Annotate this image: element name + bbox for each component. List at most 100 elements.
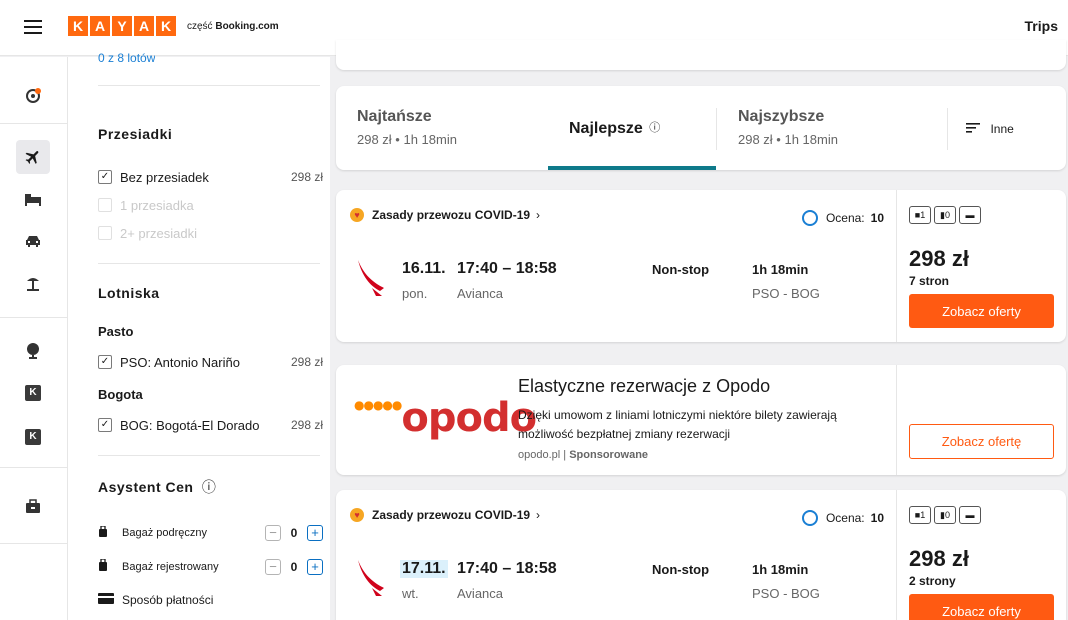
explore-icon[interactable]	[16, 333, 50, 367]
checked-bag-row: Bagaż rejestrowany − 0 +	[98, 557, 323, 577]
covid-rules-link[interactable]: ♥ Zasady przewozu COVID-19 ›	[350, 508, 540, 522]
carry-on-bag-icon	[98, 525, 110, 540]
flight-details: ♥ Zasady przewozu COVID-19 › Ocena: 10 1…	[336, 190, 896, 342]
payment-method-row[interactable]: Sposób płatności	[98, 590, 323, 610]
checkbox-checked-icon: ✓	[98, 418, 112, 432]
flight-route: PSO - BOG	[752, 286, 820, 301]
flight-duration: 1h 18min	[752, 262, 809, 277]
info-icon[interactable]: ⓘ	[202, 479, 217, 495]
rating-label: Ocena:	[825, 211, 865, 225]
tab-subtitle: 298 zł • 1h 18min	[738, 132, 838, 147]
tab-other[interactable]: Inne	[948, 86, 1066, 170]
option-label: PSO: Antonio Nariño	[120, 354, 240, 370]
flight-details: ♥ Zasady przewozu COVID-19 › Ocena: 10 1…	[336, 490, 896, 620]
airports-filter-title: Lotniska	[98, 285, 160, 301]
ad-domain: opodo.pl	[518, 449, 561, 461]
logo-subtitle: część Booking.com	[187, 21, 279, 32]
trips-icon[interactable]	[16, 79, 50, 113]
flight-price: 298 zł	[909, 246, 969, 271]
option-price: 298 zł	[290, 355, 323, 369]
tab-best[interactable]: Najlepsze ⓘ	[548, 86, 716, 170]
packages-icon[interactable]	[16, 266, 50, 300]
tab-fastest[interactable]: Najszybsze 298 zł • 1h 18min	[717, 86, 947, 170]
trips-link[interactable]: Trips	[1025, 18, 1058, 34]
price-assistant-label: Asystent Cen	[98, 479, 194, 495]
flight-price: 298 zł	[909, 546, 969, 571]
option-label: Bez przesiadek	[120, 169, 209, 185]
avianca-logo-icon	[354, 558, 388, 598]
flight-result[interactable]: ♥ Zasady przewozu COVID-19 › Ocena: 10 1…	[336, 490, 1066, 620]
view-deal-button[interactable]: Zobacz ofertę	[909, 424, 1054, 459]
rating-ring-icon	[801, 210, 818, 226]
tab-title: Najszybsze	[738, 108, 825, 125]
rating-label: Ocena:	[825, 511, 865, 525]
view-deals-button[interactable]: Zobacz oferty	[909, 594, 1054, 620]
rating-value: 10	[870, 511, 884, 525]
payment-method-label: Sposób płatności	[122, 593, 214, 607]
info-icon: ⓘ	[649, 122, 661, 134]
kayak-icon[interactable]: K	[16, 376, 50, 410]
increment-button[interactable]: +	[307, 559, 323, 575]
ad-cta-panel: Zobacz ofertę	[896, 365, 1066, 475]
carry-on-bag-count: 0	[290, 526, 298, 540]
flight-result[interactable]: ♥ Zasady przewozu COVID-19 › Ocena: 10 1…	[336, 190, 1066, 342]
airport-group-origin: Pasto	[98, 324, 134, 339]
carry-on-bag-icon: ■1	[909, 506, 931, 524]
flight-times: 17:40 – 18:58	[457, 260, 557, 277]
increment-button[interactable]: +	[307, 525, 323, 541]
departure-date: 17.11.	[400, 560, 448, 578]
checkbox-icon	[98, 226, 112, 240]
cars-icon[interactable]	[16, 224, 50, 258]
payment-card-icon: ▬	[959, 506, 981, 524]
chevron-right-icon: ›	[536, 508, 541, 522]
logo-letter: K	[156, 16, 176, 36]
airport-option-pso[interactable]: ✓ PSO: Antonio Nariño 298 zł	[98, 352, 323, 372]
decrement-button[interactable]: −	[265, 559, 281, 575]
tab-subtitle: 298 zł • 1h 18min	[357, 132, 457, 147]
logo-letter: A	[90, 16, 110, 36]
option-price: 298 zł	[290, 170, 323, 184]
flight-route: PSO - BOG	[752, 586, 820, 601]
ad-title[interactable]: Elastyczne rezerwacje z Opodo	[518, 376, 770, 397]
logo-prefix: część	[187, 21, 213, 32]
menu-icon[interactable]	[24, 20, 42, 34]
k-glyph: K	[25, 429, 41, 445]
price-assistant-title: Asystent Cen ⓘ	[98, 477, 216, 497]
logo-letter: K	[68, 16, 88, 36]
opodo-logo-text: opodo	[401, 395, 537, 441]
stops-option-one: 1 przesiadka	[98, 195, 323, 215]
stops-option-nonstop[interactable]: ✓ Bez przesiadek 298 zł	[98, 167, 323, 187]
carrier-name: Avianca	[457, 586, 504, 601]
tab-cheapest[interactable]: Najtańsze 298 zł • 1h 18min	[336, 86, 548, 170]
sponsored-ad[interactable]: ●●●●●opodo Elastyczne rezerwacje z Opodo…	[336, 365, 1066, 475]
decrement-button[interactable]: −	[265, 525, 281, 541]
airport-option-bog[interactable]: ✓ BOG: Bogotá-El Dorado 298 zł	[98, 415, 323, 435]
carrier-name: Avianca	[457, 286, 504, 301]
hotels-icon[interactable]	[16, 182, 50, 216]
kayak-icon-2[interactable]: K	[16, 420, 50, 454]
departure-weekday: wt.	[402, 586, 419, 601]
option-label: BOG: Bogotá-El Dorado	[120, 417, 260, 433]
filters-panel: 0 z 8 lotów Przesiadki ✓ Bez przesiadek …	[68, 51, 330, 620]
ad-description: Dzięki umowom z liniami lotniczymi niekt…	[518, 408, 837, 441]
avianca-logo-icon	[354, 258, 388, 298]
logo-letter: Y	[112, 16, 132, 36]
business-icon[interactable]	[16, 490, 50, 524]
rating: Ocena: 10	[801, 510, 884, 526]
kayak-logo[interactable]: K A Y A K	[68, 16, 178, 36]
departure-date: 16.11.	[402, 260, 446, 277]
tab-title: Najlepsze	[569, 120, 643, 137]
opodo-logo: ●●●●●opodo	[354, 395, 537, 441]
flights-icon[interactable]	[16, 140, 50, 174]
flight-times: 17:40 – 18:58	[457, 560, 557, 577]
view-deals-button[interactable]: Zobacz oferty	[909, 294, 1054, 328]
checked-bag-icon: ▮0	[934, 506, 956, 524]
covid-rules-label: Zasady przewozu COVID-19	[372, 508, 531, 522]
airport-group-destination: Bogota	[98, 387, 143, 402]
sort-icon	[966, 120, 982, 138]
covid-rules-link[interactable]: ♥ Zasady przewozu COVID-19 ›	[350, 208, 540, 222]
stops-option-two-plus: 2+ przesiadki	[98, 223, 323, 243]
tab-title: Inne	[990, 122, 1014, 137]
search-summary-card	[336, 40, 1066, 70]
checked-bag-label: Bagaż rejestrowany	[122, 561, 219, 573]
